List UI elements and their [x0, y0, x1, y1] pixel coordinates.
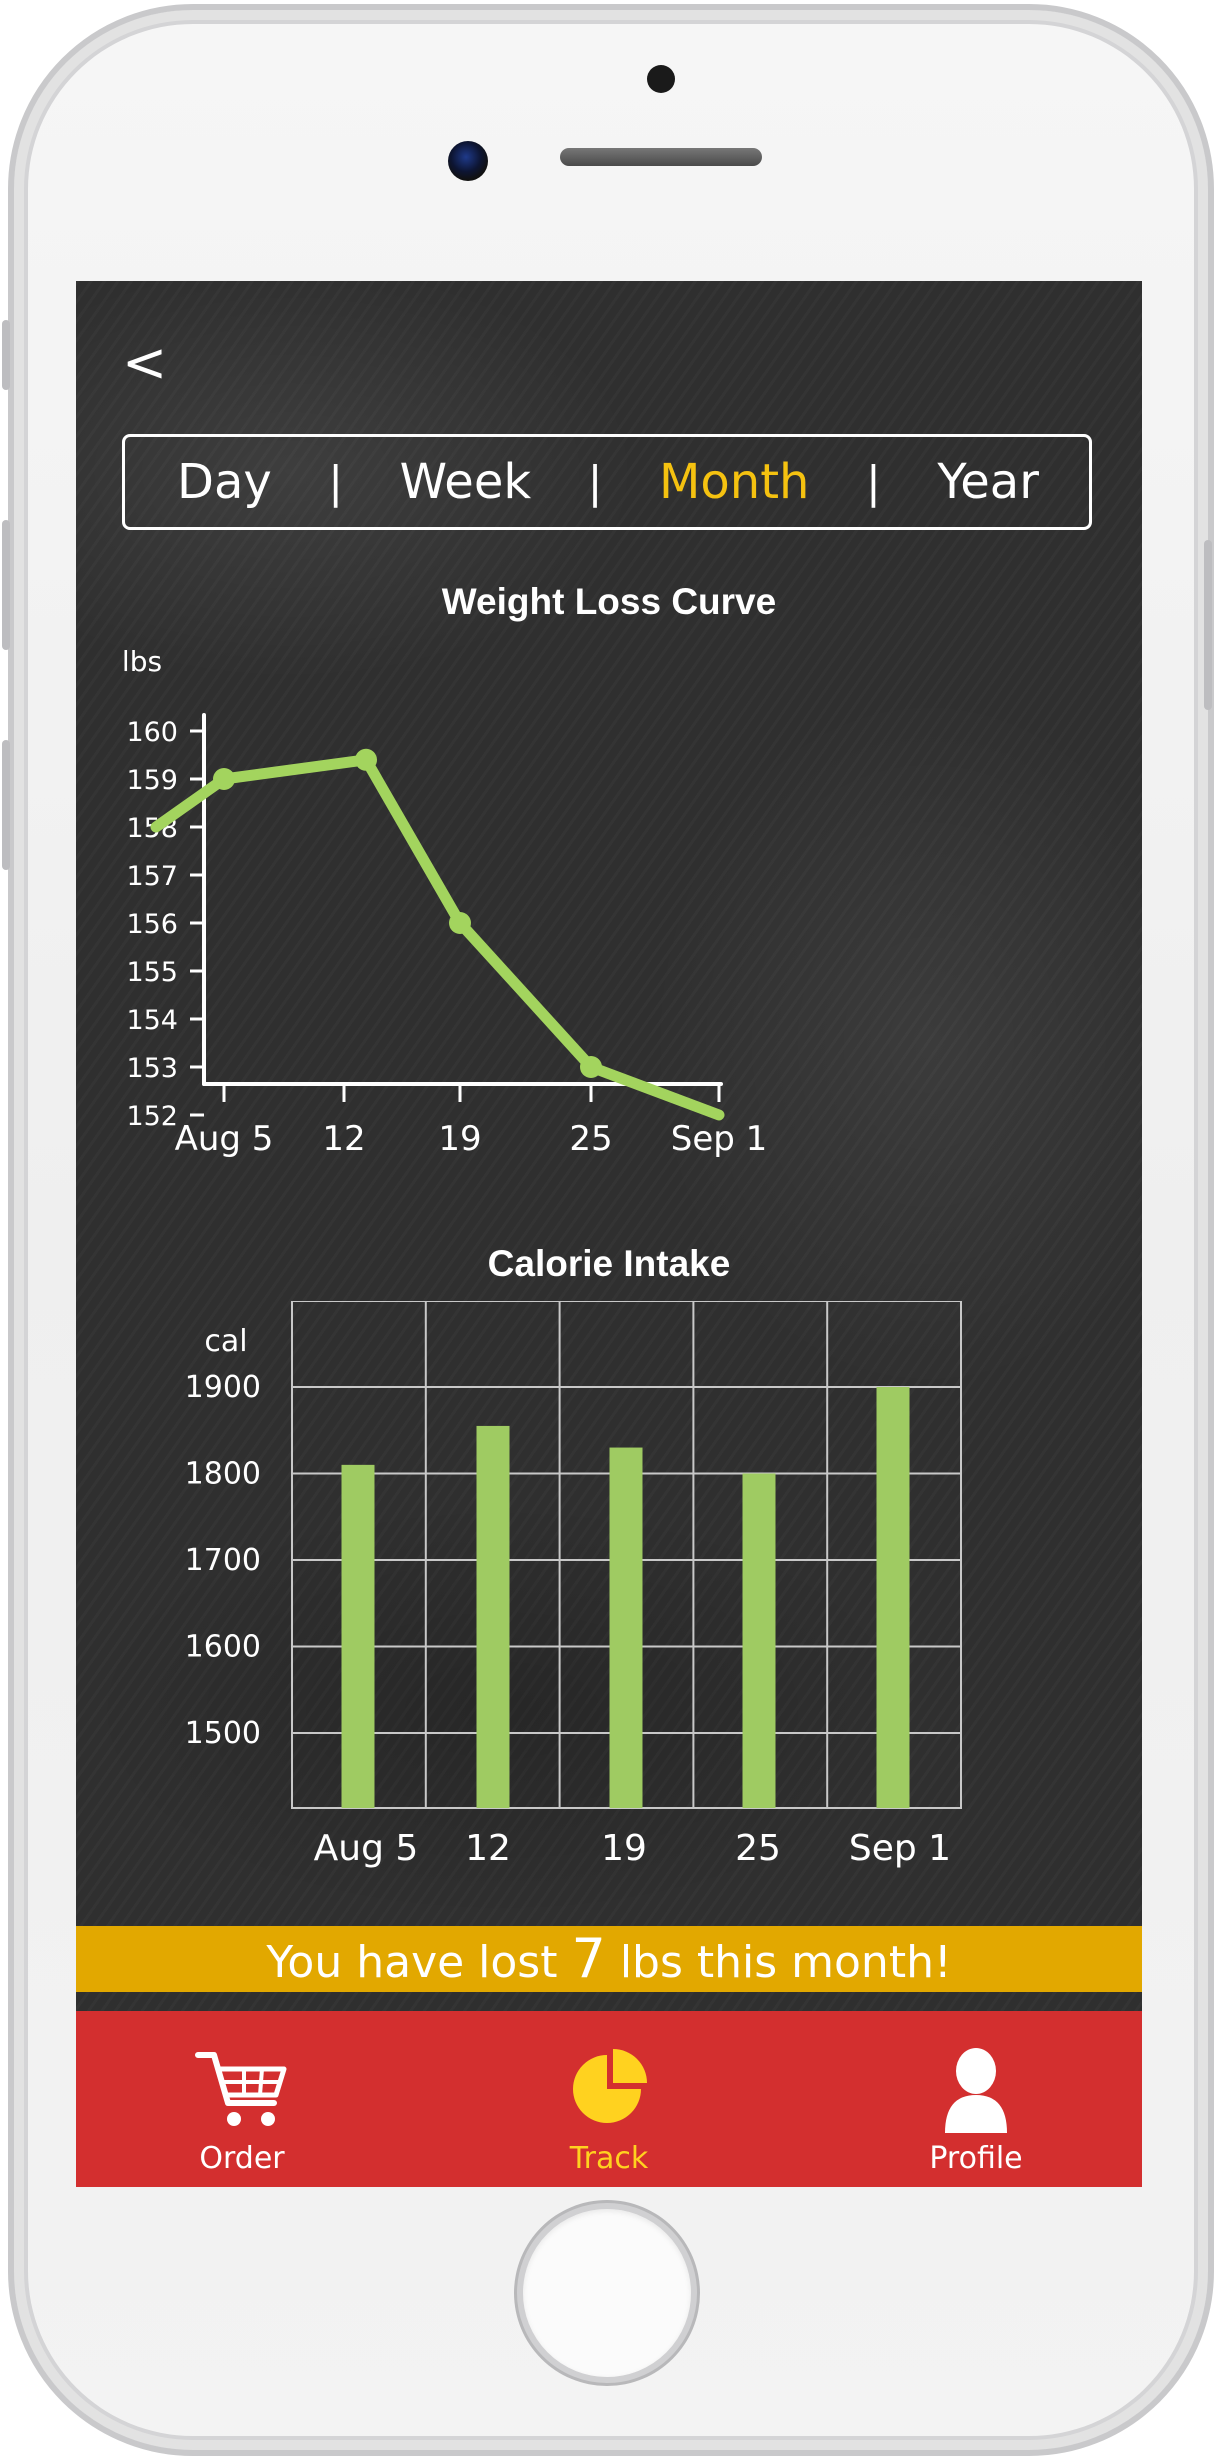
nav-order[interactable]: Order: [142, 2011, 342, 2187]
weight-y-tick-label: 152: [126, 1101, 178, 1132]
weight-data-point: [580, 1056, 602, 1078]
tab-week[interactable]: Week: [400, 454, 532, 510]
weight-y-unit-label: lbs: [122, 645, 162, 678]
weight-x-tick-label: 25: [569, 1119, 612, 1159]
weight-y-tick-label: 160: [126, 717, 178, 748]
tab-year[interactable]: Year: [937, 454, 1039, 510]
calorie-bar: [341, 1464, 375, 1808]
tab-separator: |: [865, 456, 881, 508]
weight-series-line: [150, 754, 725, 1121]
calorie-bar: [742, 1473, 776, 1808]
weight-x-tick-label: 19: [438, 1119, 481, 1159]
tab-separator: |: [587, 456, 603, 508]
calorie-y-tick-label: 1900: [185, 1370, 261, 1405]
back-button[interactable]: <: [122, 335, 172, 391]
weight-y-tick-label: 154: [126, 1005, 178, 1036]
front-camera: [448, 141, 488, 181]
weight-y-tick-label: 159: [126, 765, 178, 796]
user-icon: [945, 2048, 1007, 2133]
calorie-intake-chart: cal 1500 1600 1700 1800 1900 Aug 5 12 19 25 Sep 1: [185, 1301, 962, 1869]
calorie-y-tick-label: 1500: [185, 1716, 261, 1751]
nav-profile[interactable]: Profile: [876, 2011, 1076, 2187]
weight-x-tick-label: 12: [322, 1119, 365, 1159]
proximity-sensor: [647, 65, 675, 93]
calorie-x-tick-label: 19: [601, 1828, 647, 1869]
calorie-y-tick-label: 1600: [185, 1630, 261, 1665]
weight-y-tick-label: 156: [126, 909, 178, 940]
banner-number: 7: [571, 1927, 606, 1990]
period-tabbar: Day | Week | Month | Year: [122, 434, 1092, 530]
phone-side-button: [2, 520, 10, 650]
pie-chart-icon: [573, 2049, 647, 2123]
bottom-nav: Order Track Profile: [76, 2011, 1142, 2187]
nav-track[interactable]: Track: [509, 2011, 709, 2187]
cart-icon: [195, 2052, 287, 2126]
calorie-y-tick-label: 1700: [185, 1543, 261, 1578]
calorie-x-tick-label: 25: [735, 1828, 781, 1869]
calorie-x-tick-label: 12: [465, 1828, 511, 1869]
calorie-x-tick-label: Sep 1: [849, 1828, 951, 1869]
calorie-y-tick-label: 1800: [185, 1457, 261, 1492]
nav-track-label: Track: [569, 2141, 649, 2176]
earpiece-speaker: [560, 148, 762, 166]
weight-chart-title: Weight Loss Curve: [441, 581, 777, 622]
phone-side-button: [2, 320, 10, 390]
tab-day[interactable]: Day: [177, 454, 272, 510]
weight-loss-chart: lbs152153154155156157158159160Aug 5 12 19 2…: [122, 645, 768, 1159]
home-button[interactable]: [517, 2203, 697, 2383]
calorie-bar: [876, 1387, 910, 1808]
weight-y-tick-label: 153: [126, 1053, 178, 1084]
weight-x-tick-label: Aug 5: [175, 1119, 274, 1159]
calorie-bar: [476, 1425, 510, 1808]
app-screen: < Day | Week | Month | Year Weight Loss …: [76, 281, 1142, 2187]
weight-y-tick-label: 157: [126, 861, 178, 892]
weight-data-point: [449, 912, 471, 934]
calorie-bar: [609, 1447, 643, 1808]
weight-data-point: [213, 768, 235, 790]
weight-y-tick-label: 155: [126, 957, 178, 988]
weight-x-tick-label: Sep 1: [671, 1119, 768, 1159]
calorie-chart-title: Calorie Intake: [487, 1243, 731, 1284]
weight-data-point: [355, 748, 377, 771]
nav-profile-label: Profile: [929, 2141, 1023, 2176]
tab-month[interactable]: Month: [659, 454, 809, 510]
phone-side-button: [2, 740, 10, 870]
calorie-y-unit-label: cal: [204, 1324, 247, 1359]
weight-loss-banner: You have lost 7 lbs this month!: [76, 1926, 1142, 1992]
nav-order-label: Order: [199, 2141, 285, 2176]
phone-side-button: [1204, 540, 1212, 710]
tab-separator: |: [328, 456, 344, 508]
banner-prefix: You have lost: [266, 1937, 572, 1988]
banner-suffix: lbs this month!: [605, 1937, 952, 1988]
calorie-x-tick-label: Aug 5: [314, 1828, 419, 1869]
